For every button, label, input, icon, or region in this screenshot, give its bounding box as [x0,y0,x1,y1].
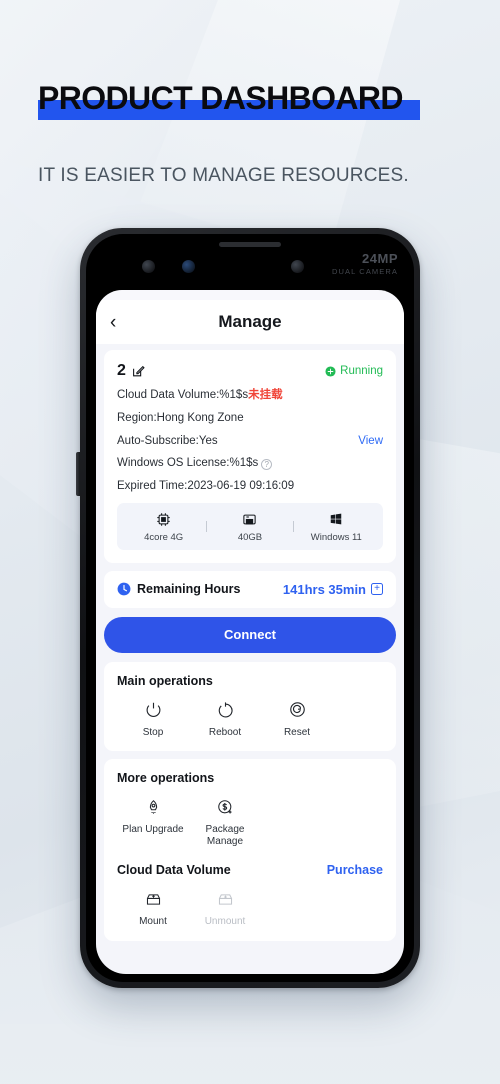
cloud-data-volume-title: Cloud Data Volume [117,863,231,878]
operation-reboot-label: Reboot [208,726,242,738]
windows-icon [294,511,379,528]
detail-label: Windows OS License: [117,457,230,470]
sensor-secondary-icon [291,260,304,273]
cloud-data-volume-header: Cloud Data Volume Purchase [117,863,383,877]
reset-icon [261,699,333,721]
detail-value: Yes [198,434,218,447]
mount-icon [117,888,189,910]
operation-mount[interactable]: Mount [117,888,189,928]
storage-icon [207,511,292,528]
detail-label: Auto-Subscribe: [117,434,199,447]
view-link[interactable]: View [358,435,383,449]
page-title-manage: Manage [218,312,282,331]
detail-region: Region: Hong Kong Zone [117,412,383,426]
app-body: 2 Running Cloud Data Volume: %1$s 未挂载 Re… [96,344,404,941]
camera-mp-label: 24MP [362,251,398,266]
operation-package-manage-label: Package Manage [205,824,245,847]
spec-strip: 4core 4G 40GB Windows 11 [117,502,383,550]
spec-storage: 40GB [207,511,292,543]
detail-value: 2023-06-19 09:16:09 [187,480,295,493]
page-title: PRODUCT DASHBOARD [38,80,404,116]
remaining-hours-label: Remaining Hours [137,582,241,597]
edit-square-icon[interactable] [132,365,145,378]
main-operations-title: Main operations [117,673,213,688]
detail-value: Hong Kong Zone [156,411,244,424]
operation-unmount-label: Unmount [204,916,246,928]
question-circle-icon[interactable]: ? [261,458,273,470]
earpiece [219,242,281,247]
rocket-icon [117,796,189,818]
status-label: Running [340,365,383,377]
operation-reset-label: Reset [283,726,311,738]
operation-mount-label: Mount [139,916,167,928]
main-operations-card: Main operations Stop Reboot Reset [104,661,396,752]
connect-button[interactable]: Connect [104,616,396,653]
running-status-icon [325,365,336,377]
reboot-icon [189,699,261,721]
purchase-link[interactable]: Purchase [327,863,383,877]
front-camera-icon [182,260,195,273]
operation-reboot[interactable]: Reboot [189,699,261,739]
phone-screen: ‹ Manage 2 Running Cloud Data Volume: %1… [96,290,404,974]
operation-package-manage[interactable]: Package Manage [189,796,261,847]
instance-id: 2 [117,362,126,379]
detail-label: Cloud Data Volume: [117,389,220,401]
detail-label: Expired Time: [117,480,188,493]
operation-plan-upgrade[interactable]: Plan Upgrade [117,796,189,847]
spec-cpu-label: 4core 4G [144,531,184,543]
page-heading: PRODUCT DASHBOARD [38,80,458,120]
dollar-plus-icon [189,796,261,818]
detail-warning: 未挂载 [248,389,283,401]
plus-box-icon[interactable]: + [371,583,383,596]
unmount-icon [189,888,261,910]
app-navbar: ‹ Manage [96,300,404,344]
remaining-hours-card: Remaining Hours 141hrs 35min + [104,570,396,608]
camera-branding: 24MP DUAL CAMERA [332,251,398,277]
detail-value: %1$s [219,389,249,401]
spec-os-label: Windows 11 [310,531,362,543]
spec-os: Windows 11 [294,511,379,543]
status-badge: Running [325,365,383,377]
spec-storage-label: 40GB [237,531,263,543]
cpu-icon [121,511,206,528]
instance-id-group[interactable]: 2 [117,362,145,380]
phone-side-button[interactable] [76,452,80,496]
operation-reset[interactable]: Reset [261,699,333,739]
detail-auto-subscribe: Auto-Subscribe: Yes View [117,435,383,449]
operation-plan-upgrade-label: Plan Upgrade [122,824,184,836]
detail-cloud-data-volume: Cloud Data Volume: %1$s 未挂载 [117,389,383,403]
operation-stop[interactable]: Stop [117,699,189,739]
spec-cpu: 4core 4G [121,511,206,543]
sensor-icon [142,260,155,273]
clock-icon [117,583,131,596]
more-operations-card: More operations Plan Upgrade Package Man… [104,759,396,941]
detail-label: Region: [117,411,157,424]
detail-value: %1$s [229,457,259,470]
phone-bezel: 24MP DUAL CAMERA [86,234,414,292]
detail-windows-os-license: Windows OS License: %1$s ? [117,457,383,471]
page-subtitle: IT IS EASIER TO MANAGE RESOURCES. [38,165,409,186]
camera-sub-label: DUAL CAMERA [332,267,398,277]
operation-unmount[interactable]: Unmount [189,888,261,928]
power-off-icon [117,699,189,721]
more-operations-title: More operations [117,771,215,786]
remaining-hours-value: 141hrs 35min [282,581,366,597]
operation-stop-label: Stop [142,726,164,738]
phone-mockup: 24MP DUAL CAMERA ‹ Manage 2 Running Clou… [80,228,420,988]
detail-expired-time: Expired Time: 2023-06-19 09:16:09 [117,480,383,494]
instance-card: 2 Running Cloud Data Volume: %1$s 未挂载 Re… [104,350,396,563]
status-bar [96,290,404,300]
